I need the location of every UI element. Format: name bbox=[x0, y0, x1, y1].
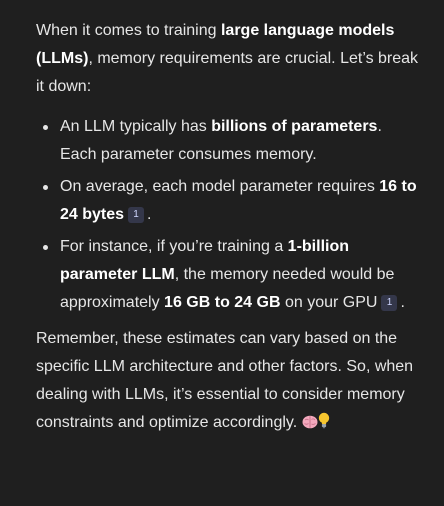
bullet-text: For instance, if you’re training a bbox=[60, 238, 288, 255]
bullet-text: On average, each model parameter require… bbox=[60, 178, 380, 195]
chat-message: When it comes to training large language… bbox=[0, 0, 444, 506]
bullet-text: An LLM typically has bbox=[60, 118, 212, 135]
intro-text: When it comes to training bbox=[36, 22, 221, 39]
bullet-list: An LLM typically has billions of paramet… bbox=[36, 113, 422, 317]
list-item: For instance, if you’re training a 1-bil… bbox=[36, 233, 422, 317]
bullet-text: on your GPU bbox=[280, 294, 378, 311]
outro-paragraph: Remember, these estimates can vary based… bbox=[36, 325, 422, 439]
citation-badge[interactable]: 1 bbox=[128, 207, 145, 223]
list-item: An LLM typically has billions of paramet… bbox=[36, 113, 422, 169]
intro-text: , memory requirements are crucial. Let’s… bbox=[36, 50, 419, 95]
outro-text: Remember, these estimates can vary based… bbox=[36, 330, 414, 431]
bullet-text: . bbox=[147, 206, 152, 223]
bullet-text: . bbox=[400, 294, 405, 311]
bullet-bold-term: 16 GB to 24 GB bbox=[164, 294, 281, 311]
intro-paragraph: When it comes to training large language… bbox=[36, 17, 422, 101]
lightbulb-emoji-icon bbox=[318, 411, 330, 439]
list-item: On average, each model parameter require… bbox=[36, 173, 422, 229]
brain-emoji-icon bbox=[302, 411, 318, 439]
citation-badge[interactable]: 1 bbox=[381, 295, 398, 311]
bullet-bold-term: billions of parameters bbox=[211, 118, 378, 135]
